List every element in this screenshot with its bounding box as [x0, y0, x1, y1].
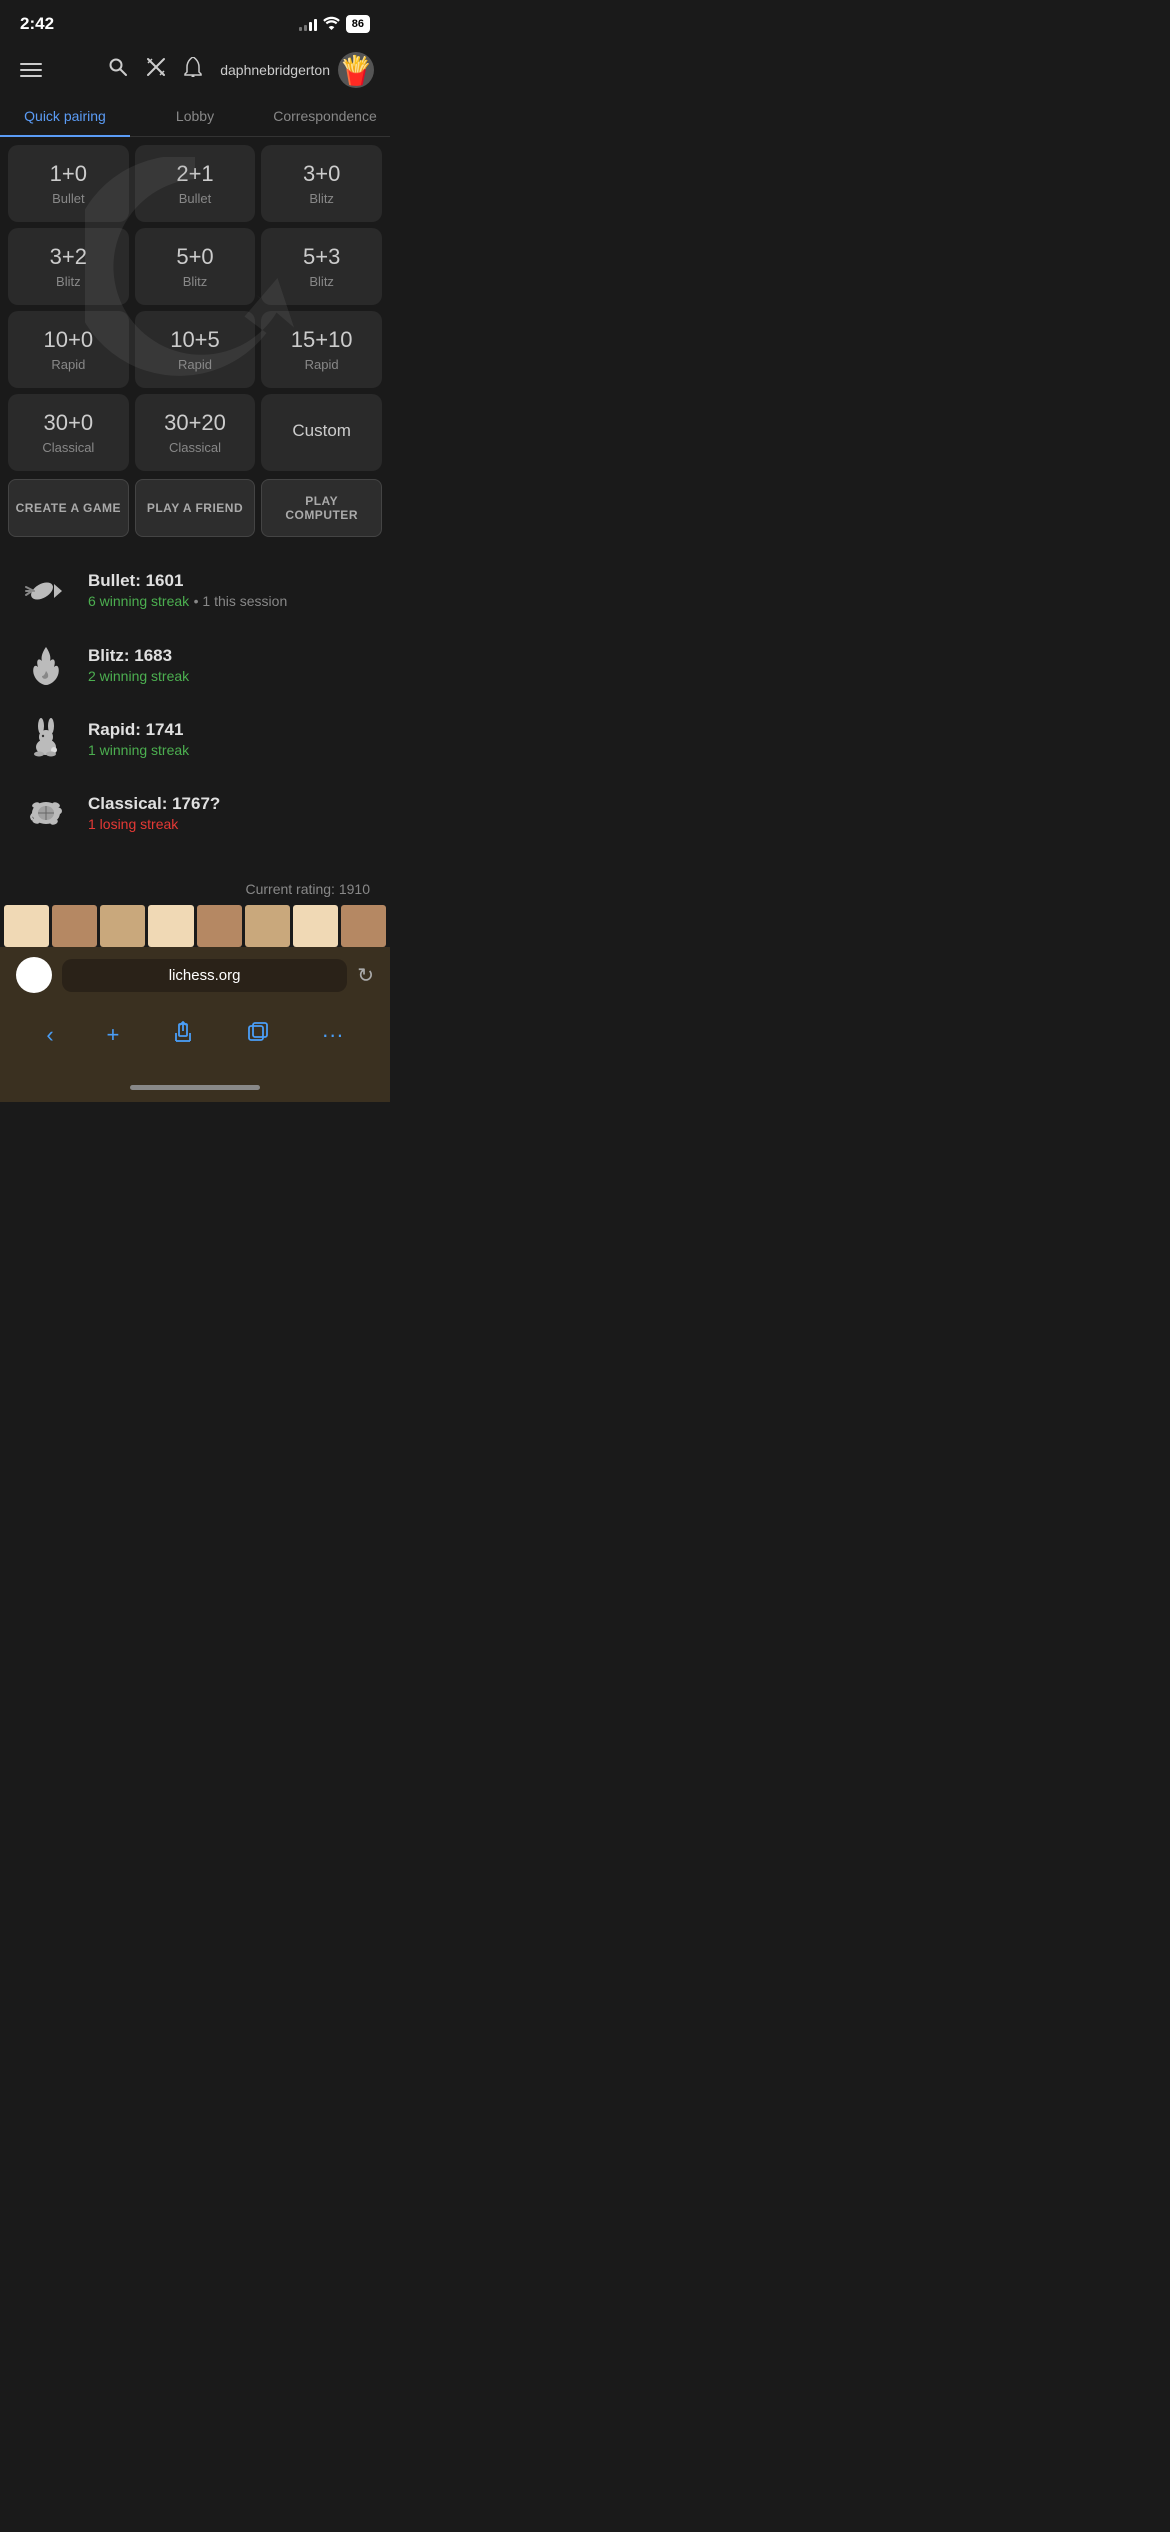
blitz-rating: Blitz: 1683	[88, 646, 189, 666]
wifi-icon	[323, 16, 340, 33]
rapid-streak: 1 winning streak	[88, 742, 189, 758]
blitz-icon	[20, 639, 72, 691]
browser-navigation: ‹ + ···	[0, 1003, 390, 1077]
classical-rating: Classical: 1767?	[88, 794, 220, 814]
status-icons: 86	[299, 15, 370, 33]
create-game-button[interactable]: CREATE A GAME	[8, 479, 129, 537]
notification-icon[interactable]	[184, 57, 202, 83]
bullet-rating: Bullet: 1601	[88, 571, 287, 591]
reload-button[interactable]: ↻	[357, 963, 374, 988]
classical-streak: 1 losing streak	[88, 816, 220, 832]
rapid-stat-info: Rapid: 1741 1 winning streak	[88, 720, 189, 758]
nav-icons: daphnebridgerton 🍟	[108, 52, 374, 88]
play-friend-button[interactable]: PLAY A FRIEND	[135, 479, 256, 537]
bullet-stat-info: Bullet: 1601 6 winning streak • 1 this s…	[88, 571, 287, 611]
chessboard-strip	[0, 905, 390, 947]
blitz-stat-row: Blitz: 1683 2 winning streak	[20, 639, 370, 691]
current-rating-label: Current rating: 1910	[0, 877, 390, 905]
share-button[interactable]	[164, 1013, 202, 1057]
blitz-streak: 2 winning streak	[88, 668, 189, 684]
game-option-3-0-blitz[interactable]: 3+0 Blitz	[261, 145, 382, 222]
home-bar	[130, 1085, 260, 1090]
rapid-icon	[20, 713, 72, 765]
rapid-stat-row: Rapid: 1741 1 winning streak	[20, 713, 370, 765]
avatar: 🍟	[338, 52, 374, 88]
board-cell-4	[148, 905, 193, 947]
search-icon[interactable]	[108, 57, 128, 83]
more-button[interactable]: ···	[314, 1014, 352, 1056]
game-option-1-0-bullet[interactable]: 1+0 Bullet	[8, 145, 129, 222]
battery-icon: 86	[346, 15, 370, 33]
browser-logo: ♞	[16, 957, 52, 993]
game-option-3-2-blitz[interactable]: 3+2 Blitz	[8, 228, 129, 305]
game-option-5-0-blitz[interactable]: 5+0 Blitz	[135, 228, 256, 305]
home-indicator	[0, 1077, 390, 1102]
classical-icon	[20, 787, 72, 839]
bullet-stat-row: Bullet: 1601 6 winning streak • 1 this s…	[20, 565, 370, 617]
tab-quick-pairing[interactable]: Quick pairing	[0, 96, 130, 136]
back-button[interactable]: ‹	[38, 1014, 61, 1056]
bullet-session: • 1 this session	[194, 593, 288, 609]
board-cell-5	[197, 905, 242, 947]
game-option-custom[interactable]: Custom	[261, 394, 382, 471]
menu-button[interactable]	[16, 59, 46, 81]
game-option-30-20-classical[interactable]: 30+20 Classical	[135, 394, 256, 471]
rapid-rating: Rapid: 1741	[88, 720, 189, 740]
browser-bar: ♞ lichess.org ↻	[0, 947, 390, 1003]
bullet-streak: 6 winning streak	[88, 593, 189, 609]
play-computer-button[interactable]: PLAY COMPUTER	[261, 479, 382, 537]
board-cell-8	[341, 905, 386, 947]
board-cell-7	[293, 905, 338, 947]
game-option-10-0-rapid[interactable]: 10+0 Rapid	[8, 311, 129, 388]
board-cell-6	[245, 905, 290, 947]
signal-icon	[299, 17, 317, 31]
tab-bar: Quick pairing Lobby Correspondence	[0, 96, 390, 137]
url-bar[interactable]: lichess.org	[62, 959, 347, 992]
board-cell-1	[4, 905, 49, 947]
bullet-icon	[20, 565, 72, 617]
game-option-2-1-bullet[interactable]: 2+1 Bullet	[135, 145, 256, 222]
rating-stats: Bullet: 1601 6 winning streak • 1 this s…	[0, 549, 390, 877]
status-time: 2:42	[20, 14, 54, 34]
top-nav: daphnebridgerton 🍟	[0, 44, 390, 96]
classical-stat-row: Classical: 1767? 1 losing streak	[20, 787, 370, 839]
blitz-stat-info: Blitz: 1683 2 winning streak	[88, 646, 189, 684]
tab-correspondence[interactable]: Correspondence	[260, 96, 390, 136]
classical-stat-info: Classical: 1767? 1 losing streak	[88, 794, 220, 832]
game-option-5-3-blitz[interactable]: 5+3 Blitz	[261, 228, 382, 305]
game-option-15-10-rapid[interactable]: 15+10 Rapid	[261, 311, 382, 388]
user-profile[interactable]: daphnebridgerton 🍟	[220, 52, 374, 88]
username: daphnebridgerton	[220, 62, 330, 78]
status-bar: 2:42 86	[0, 0, 390, 44]
board-cell-3	[100, 905, 145, 947]
tabs-button[interactable]	[239, 1013, 277, 1057]
game-option-30-0-classical[interactable]: 30+0 Classical	[8, 394, 129, 471]
game-grid: 1+0 Bullet 2+1 Bullet 3+0 Blitz 3+2 Blit…	[0, 137, 390, 479]
new-tab-button[interactable]: +	[98, 1014, 127, 1056]
tab-lobby[interactable]: Lobby	[130, 96, 260, 136]
action-buttons: CREATE A GAME PLAY A FRIEND PLAY COMPUTE…	[0, 479, 390, 549]
crossed-swords-icon[interactable]	[146, 57, 166, 83]
game-option-10-5-rapid[interactable]: 10+5 Rapid	[135, 311, 256, 388]
board-cell-2	[52, 905, 97, 947]
